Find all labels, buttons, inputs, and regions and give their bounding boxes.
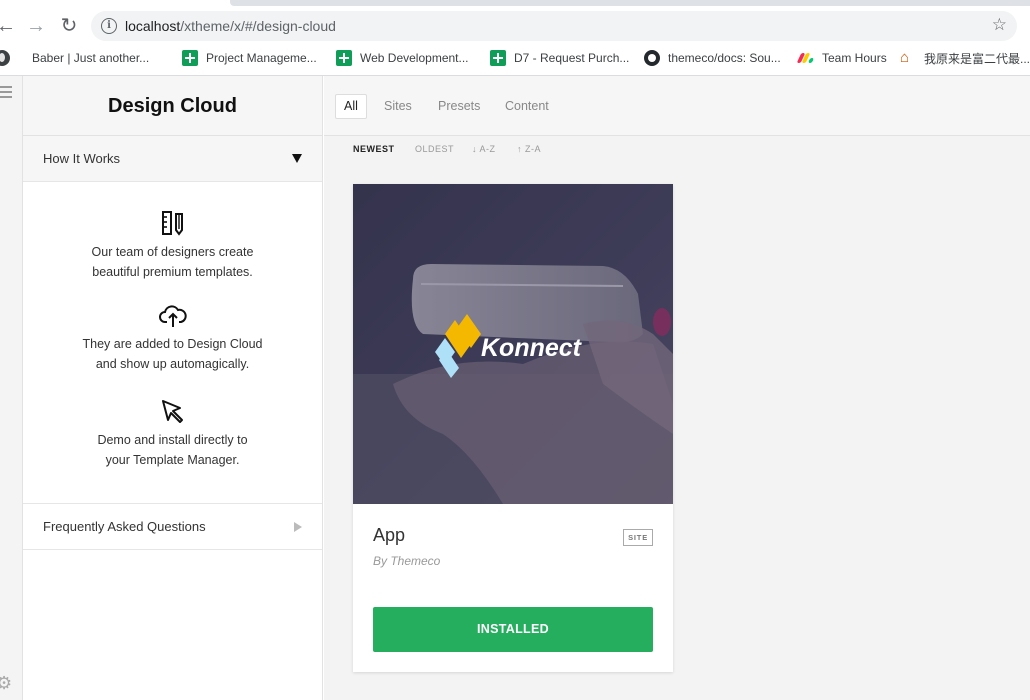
sort-oldest[interactable]: OLDEST [415, 144, 454, 154]
tab-sites[interactable]: Sites [375, 94, 421, 119]
step-text: and show up automagically. [95, 357, 250, 371]
bookmark-label: D7 - Request Purch... [514, 51, 630, 65]
bookmark-item[interactable]: Team Hours [796, 48, 887, 68]
url-host: localhost [125, 18, 181, 34]
step-item: Our team of designers create beautiful p… [23, 210, 322, 304]
tab-strip [230, 0, 1030, 6]
accordion-label: Frequently Asked Questions [43, 519, 206, 534]
bookmark-label: 我原来是富二代最... [924, 51, 1030, 66]
step-text: Our team of designers create [91, 245, 254, 259]
accordion-label: How It Works [43, 151, 121, 166]
tab-presets[interactable]: Presets [429, 94, 489, 119]
cloud-upload-icon [158, 305, 187, 327]
bookmarks-bar: Baber | Just another... Project Manageme… [0, 44, 1030, 72]
step-item: Demo and install directly to your Templa… [23, 398, 322, 492]
cursor-arrow-icon [161, 400, 183, 423]
globe-icon [0, 50, 10, 66]
installed-button[interactable]: INSTALLED [373, 607, 653, 652]
bookmark-item[interactable]: D7 - Request Purch... [490, 48, 629, 68]
sort-a-z[interactable]: ↓ A-Z [472, 144, 496, 154]
card-title: App [373, 525, 406, 545]
tab-content[interactable]: Content [496, 94, 558, 119]
ruler-pencil-icon [161, 211, 183, 236]
sheets-icon [182, 50, 198, 66]
url-path: /xtheme/x/#/design-cloud [180, 18, 336, 34]
step-text: beautiful premium templates. [92, 265, 253, 279]
template-thumbnail[interactable]: Konnect [353, 184, 673, 504]
accordion-how-it-works[interactable]: How It Works [23, 136, 322, 182]
template-card[interactable]: Konnect App SITE By Themeco INSTALLED [353, 184, 673, 672]
url-text[interactable]: localhost/xtheme/x/#/design-cloud [125, 18, 336, 34]
logo-text: Konnect [481, 334, 583, 362]
step-item: They are added to Design Cloud and show … [23, 304, 322, 398]
bookmark-item[interactable]: Project Manageme... [182, 48, 317, 68]
thumbnail-image: Konnect [353, 184, 673, 504]
sheets-icon [490, 50, 506, 66]
sidebar: Design Cloud How It Works Our team of de… [23, 76, 323, 700]
github-icon [644, 50, 660, 66]
card-author: By Themeco [373, 554, 441, 568]
bookmark-label: themeco/docs: Sou... [668, 51, 781, 65]
bookmark-star-icon[interactable]: ☆ [992, 15, 1007, 35]
url-bar[interactable]: i localhost/xtheme/x/#/design-cloud ☆ [91, 11, 1017, 41]
filter-tabs: All Sites Presets Content [324, 76, 1030, 136]
address-bar-row: ← → ↻ i localhost/xtheme/x/#/design-clou… [0, 8, 1030, 44]
bookmark-label: Team Hours [822, 51, 887, 65]
left-rail: ⚙ [0, 76, 23, 700]
caret-right-icon [294, 521, 302, 532]
caret-down-icon [292, 154, 302, 163]
how-it-works-panel: Our team of designers create beautiful p… [23, 182, 322, 504]
accordion-faq[interactable]: Frequently Asked Questions [23, 504, 322, 550]
bookmark-label: Project Manageme... [206, 51, 317, 65]
bookmark-label: Web Development... [360, 51, 469, 65]
sidebar-title: Design Cloud [23, 76, 322, 136]
bookmark-label: Baber | Just another... [32, 51, 150, 65]
sort-z-a[interactable]: ↑ Z-A [517, 144, 541, 154]
bookmark-item[interactable]: ⌂ 我原来是富二代最... [900, 48, 1030, 68]
type-badge: SITE [623, 529, 653, 546]
sheets-icon [336, 50, 352, 66]
gear-icon[interactable]: ⚙ [0, 673, 12, 694]
bookmark-item[interactable]: Web Development... [336, 48, 469, 68]
info-icon[interactable]: i [101, 18, 117, 34]
menu-icon[interactable] [0, 86, 12, 101]
sort-newest[interactable]: NEWEST [353, 144, 395, 154]
step-text: They are added to Design Cloud [82, 337, 263, 351]
monday-icon [796, 50, 815, 66]
bookmark-item[interactable]: themeco/docs: Sou... [644, 48, 781, 68]
back-icon[interactable]: ← [0, 14, 18, 38]
step-text: your Template Manager. [105, 453, 240, 467]
tab-all[interactable]: All [335, 94, 367, 119]
bookmark-item[interactable]: Baber | Just another... [0, 48, 149, 68]
house-icon: ⌂ [900, 49, 910, 66]
forward-icon[interactable]: → [24, 14, 48, 38]
reload-icon[interactable]: ↻ [57, 14, 81, 38]
main-content: All Sites Presets Content NEWEST OLDEST … [324, 76, 1030, 700]
step-text: Demo and install directly to [97, 433, 248, 447]
